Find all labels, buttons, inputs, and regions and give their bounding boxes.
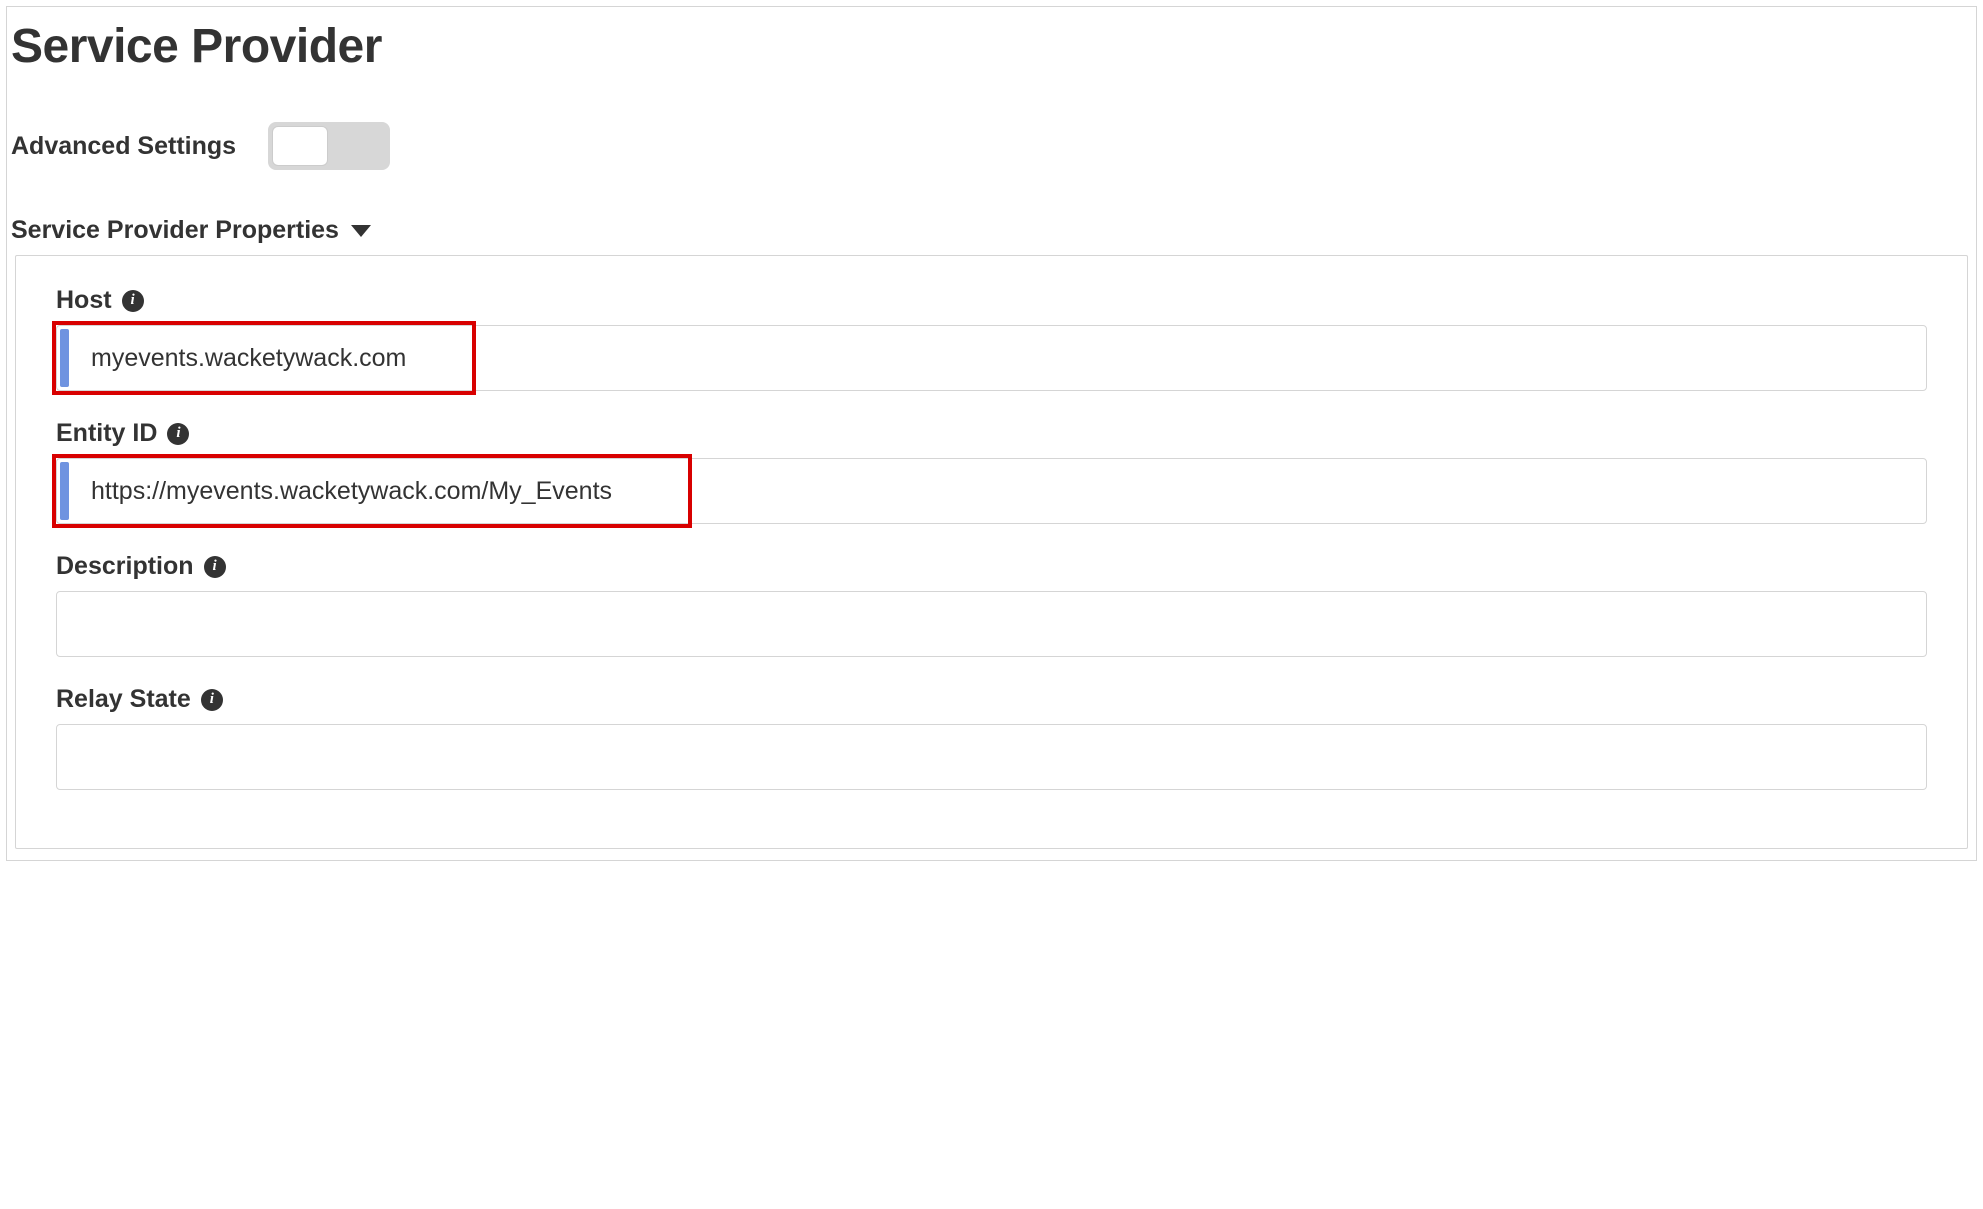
- relay-state-label-row: Relay State i: [56, 685, 1927, 714]
- form-group-relay-state: Relay State i: [56, 685, 1927, 790]
- host-input[interactable]: [56, 325, 1927, 391]
- section-title: Service Provider Properties: [11, 216, 339, 245]
- description-label-row: Description i: [56, 552, 1927, 581]
- form-group-entity-id: Entity ID i: [56, 419, 1927, 524]
- section-header[interactable]: Service Provider Properties: [7, 186, 1976, 255]
- relay-state-input[interactable]: [56, 724, 1927, 790]
- page-frame: Service Provider Advanced Settings Servi…: [6, 6, 1977, 861]
- advanced-settings-row: Advanced Settings: [7, 82, 1976, 186]
- form-group-description: Description i: [56, 552, 1927, 657]
- properties-panel: Host i Entity ID i Description: [15, 255, 1968, 849]
- input-accent-bar: [60, 329, 69, 387]
- entity-id-input[interactable]: [56, 458, 1927, 524]
- entity-id-input-wrap: [56, 458, 1927, 524]
- form-group-host: Host i: [56, 286, 1927, 391]
- host-label-row: Host i: [56, 286, 1927, 315]
- advanced-settings-label: Advanced Settings: [11, 132, 236, 161]
- toggle-knob: [272, 126, 328, 166]
- host-label: Host: [56, 286, 112, 315]
- relay-state-label: Relay State: [56, 685, 191, 714]
- caret-down-icon: [351, 225, 371, 237]
- page-title: Service Provider: [7, 7, 1976, 82]
- entity-id-label-row: Entity ID i: [56, 419, 1927, 448]
- info-icon[interactable]: i: [122, 290, 144, 312]
- info-icon[interactable]: i: [201, 689, 223, 711]
- info-icon[interactable]: i: [204, 556, 226, 578]
- entity-id-label: Entity ID: [56, 419, 157, 448]
- advanced-settings-toggle[interactable]: [268, 122, 390, 170]
- description-input-wrap: [56, 591, 1927, 657]
- description-input[interactable]: [56, 591, 1927, 657]
- info-icon[interactable]: i: [167, 423, 189, 445]
- description-label: Description: [56, 552, 194, 581]
- relay-state-input-wrap: [56, 724, 1927, 790]
- host-input-wrap: [56, 325, 1927, 391]
- input-accent-bar: [60, 462, 69, 520]
